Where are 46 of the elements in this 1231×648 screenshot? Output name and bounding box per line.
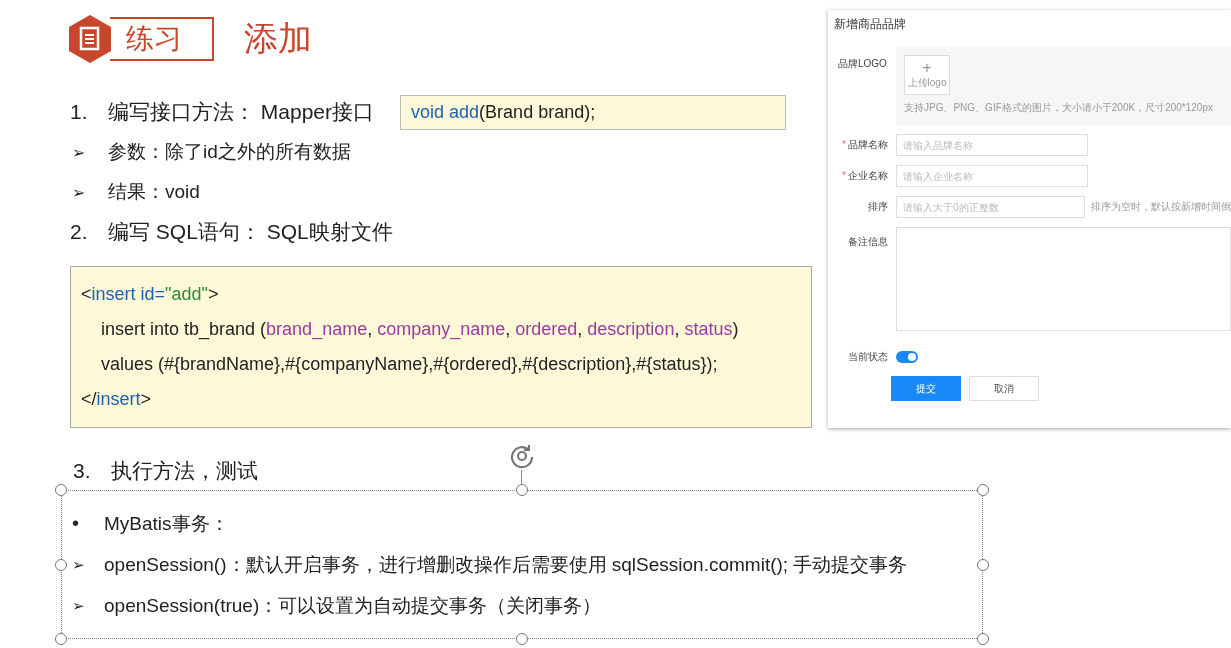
resize-handle[interactable] (977, 633, 989, 645)
resize-handle[interactable] (55, 484, 67, 496)
field-hint: 排序为空时，默认按新增时间倒 (1091, 200, 1231, 214)
code-block: <insert id="add"> insert into tb_brand (brand_name, company_name, ordered, description, status) values (#{brandName},#{companyName},#{ordered},#{description},#{status}); </insert> (70, 266, 812, 428)
bullet-arrow: ➢ (72, 182, 87, 202)
list-text: 编写接口方法： Mapper接口 (108, 99, 375, 125)
list-number: 2. (70, 220, 89, 244)
field-label: 备注信息 (848, 236, 888, 247)
slide-title: 添加 (244, 18, 312, 59)
input-field[interactable]: 请输入企业名称 (896, 165, 1088, 187)
list-text: openSession(true)：可以设置为自动提交事务（关闭事务） (104, 593, 602, 618)
list-text: 参数：除了id之外的所有数据 (108, 140, 351, 164)
list-text: 执行方法，测试 (111, 459, 258, 483)
field-label: 品牌名称 (848, 139, 888, 150)
field-label: 企业名称 (848, 170, 888, 181)
rotate-handle-icon[interactable] (508, 442, 536, 470)
document-icon (68, 14, 112, 64)
resize-handle[interactable] (977, 558, 989, 571)
required-mark: * (842, 170, 846, 181)
bullet-arrow: ➢ (72, 596, 86, 615)
field-label: 品牌LOGO (837, 57, 888, 71)
form-title: 新增商品品牌 (834, 16, 907, 33)
field-label: 当前状态 (848, 351, 888, 362)
code-snippet: void add(Brand brand); (400, 94, 787, 130)
bullet-arrow: ➢ (72, 142, 87, 162)
list-text: MyBatis事务： (104, 511, 229, 536)
toggle-switch[interactable] (896, 351, 918, 363)
resize-handle[interactable] (516, 484, 528, 496)
textarea-field[interactable] (896, 227, 1231, 331)
section-badge: 练习 (110, 17, 214, 61)
list-text: 结果：void (108, 180, 200, 204)
upload-hint: 支持JPG、PNG、GIF格式的图片，大小请小于200K，尺寸200*120px (904, 101, 1214, 115)
field-label: 排序 (868, 201, 888, 212)
resize-handle[interactable] (55, 633, 67, 645)
list-number: 1. (70, 100, 89, 124)
resize-handle[interactable] (516, 633, 528, 645)
submit-button[interactable]: 提交 (891, 376, 961, 401)
resize-handle[interactable] (55, 558, 67, 571)
resize-handle[interactable] (977, 484, 989, 496)
bullet-arrow: ➢ (72, 555, 86, 574)
list-text: 编写 SQL语句： SQL映射文件 (108, 219, 393, 245)
list-number: 3. (73, 459, 92, 483)
bullet-dot: • (72, 512, 80, 535)
list-text: openSession()：默认开启事务，进行增删改操作后需要使用 sqlSession.commit(); 手动提交事务 (104, 552, 908, 577)
cancel-button[interactable]: 取消 (969, 376, 1039, 401)
required-mark: * (842, 139, 846, 150)
